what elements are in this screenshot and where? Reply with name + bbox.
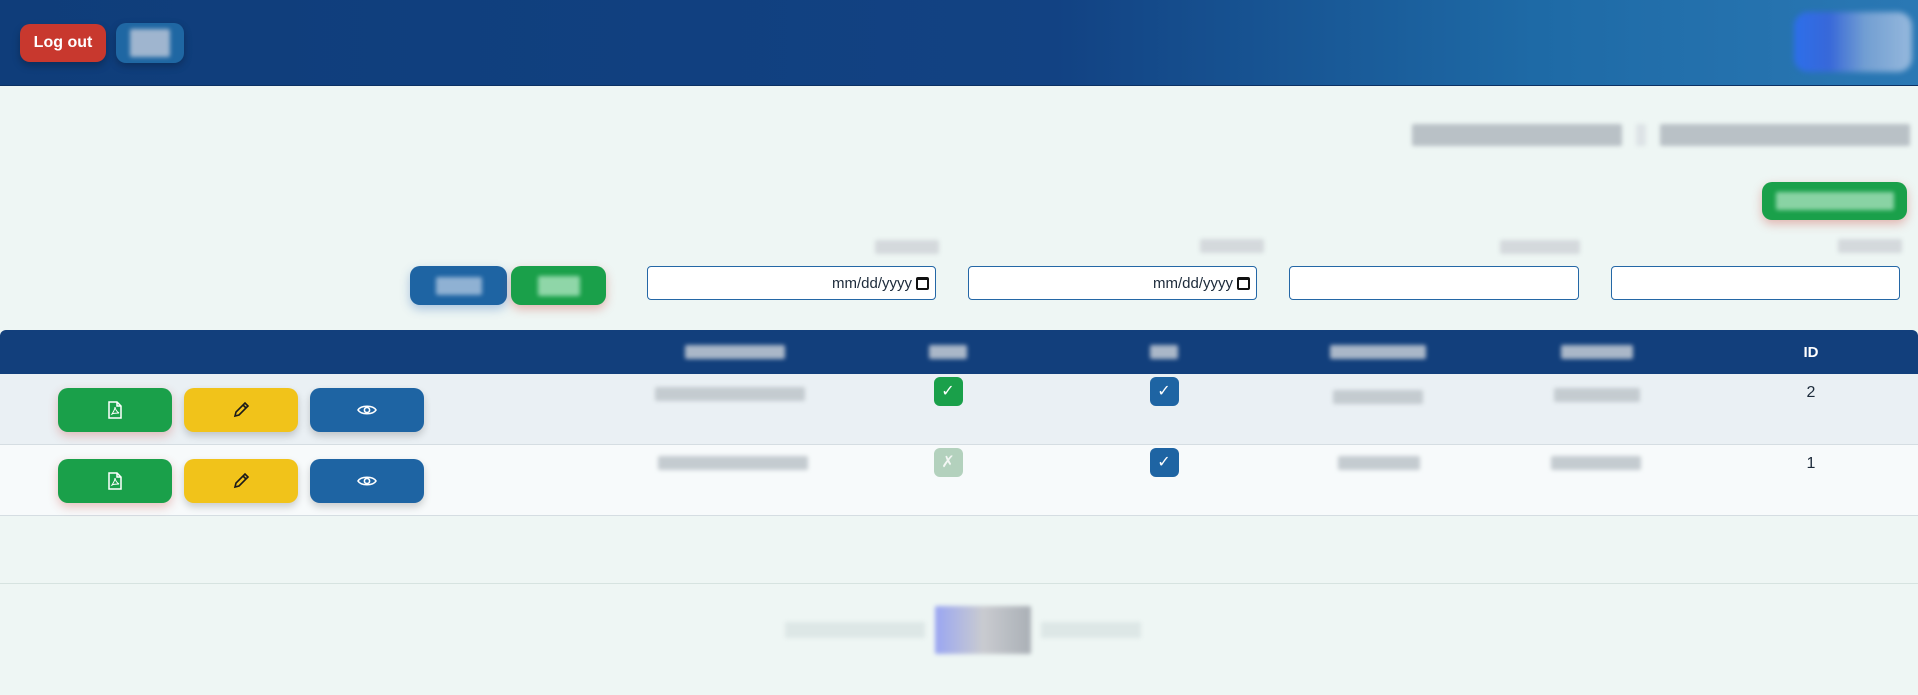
edit-button[interactable] (184, 388, 298, 432)
pdf-icon (108, 401, 122, 419)
date-from-placeholder: mm/dd/yyyy (831, 274, 912, 292)
check-on-icon: ✓ (933, 376, 963, 406)
cell-id: 2 (1806, 384, 1816, 401)
cell-check2: ✓ (1149, 376, 1179, 406)
data-table: ID ✓ ✓ 2 ✗ ✓ 1 (0, 330, 1918, 516)
filter-label-date-from (875, 240, 939, 258)
reset-button[interactable] (511, 266, 606, 305)
pencil-icon (233, 401, 250, 418)
export-pdf-button[interactable] (58, 459, 172, 503)
cell-id: 1 (1806, 455, 1816, 472)
date-from-input[interactable]: mm/dd/yyyy (647, 266, 936, 300)
cell-col-e (1552, 383, 1642, 407)
top-header: Log out (0, 0, 1918, 86)
pencil-icon (233, 472, 250, 489)
column-header-id[interactable]: ID (1781, 330, 1841, 374)
cell-check2: ✓ (1149, 447, 1179, 477)
check-on-icon: ✓ (1149, 376, 1179, 406)
language-button[interactable] (116, 23, 184, 63)
export-pdf-button[interactable] (58, 388, 172, 432)
search-button[interactable] (410, 266, 507, 305)
page-title-part (1412, 124, 1622, 146)
check-off-icon: ✗ (933, 447, 963, 477)
text-filter-input-2[interactable] (1611, 266, 1900, 300)
filter-label-text2 (1838, 239, 1902, 257)
footer (775, 600, 1150, 660)
search-label (435, 276, 482, 295)
filter-label-text1 (1500, 240, 1580, 258)
add-new-button[interactable] (1762, 182, 1907, 220)
cell-col-e (1550, 451, 1642, 475)
cell-col-d (1330, 385, 1426, 409)
cell-col-d (1336, 451, 1422, 475)
eye-icon (357, 476, 377, 486)
reset-label (537, 275, 580, 296)
date-to-input[interactable]: mm/dd/yyyy (968, 266, 1257, 300)
add-new-label (1775, 192, 1894, 210)
calendar-icon[interactable] (1237, 276, 1250, 290)
language-label (130, 29, 170, 57)
table-row: ✓ ✓ 2 (0, 374, 1918, 445)
column-header[interactable] (908, 330, 988, 374)
column-header[interactable] (1318, 330, 1438, 374)
page-title-part (1660, 124, 1910, 146)
text-filter-input-1[interactable] (1289, 266, 1579, 300)
eye-icon (357, 405, 377, 415)
date-to-placeholder: mm/dd/yyyy (1152, 274, 1233, 292)
table-row: ✗ ✓ 1 (0, 445, 1918, 516)
footer-text (784, 622, 925, 638)
edit-button[interactable] (184, 459, 298, 503)
footer-divider (0, 583, 1918, 584)
view-button[interactable] (310, 459, 424, 503)
footer-text (1040, 622, 1141, 638)
page-title-separator (1636, 124, 1646, 146)
cell-col-a (655, 451, 810, 475)
logout-button[interactable]: Log out (20, 24, 106, 62)
column-header[interactable] (1130, 330, 1198, 374)
brand-logo (1794, 12, 1912, 72)
calendar-icon[interactable] (916, 276, 929, 290)
column-header[interactable] (1555, 330, 1639, 374)
cell-col-a (652, 382, 807, 406)
pdf-icon (108, 472, 122, 490)
footer-logo (934, 606, 1031, 654)
check-on-icon: ✓ (1149, 447, 1179, 477)
view-button[interactable] (310, 388, 424, 432)
cell-check1: ✓ (933, 376, 963, 406)
page-title (1410, 118, 1910, 152)
cell-check1: ✗ (933, 447, 963, 477)
filter-label-date-to (1200, 239, 1264, 257)
column-header[interactable] (680, 330, 790, 374)
table-header: ID (0, 330, 1918, 374)
